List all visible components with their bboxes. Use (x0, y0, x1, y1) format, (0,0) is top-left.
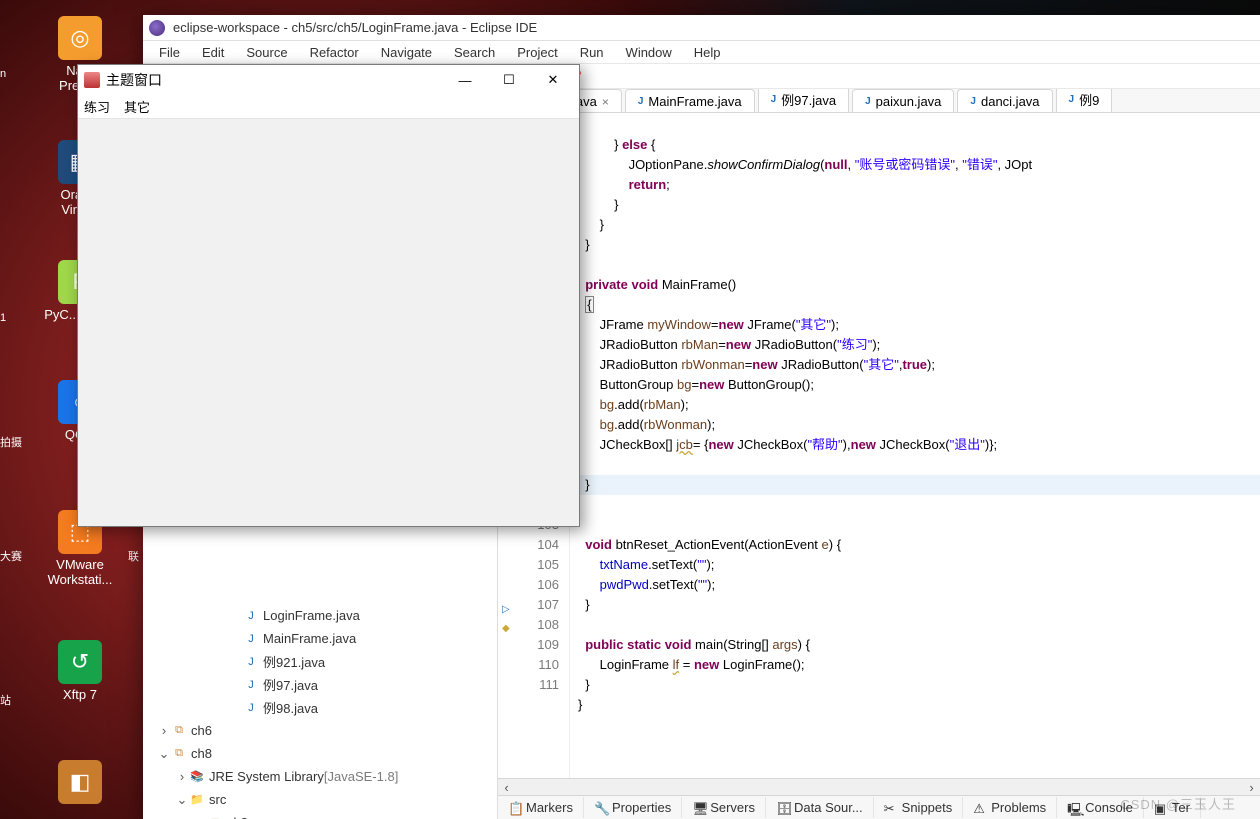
scroll-left-icon[interactable]: ‹ (498, 780, 515, 795)
eclipse-menu-bar[interactable]: FileEditSourceRefactorNavigateSearchProj… (143, 41, 1260, 63)
maximize-button[interactable]: ☐ (487, 68, 531, 92)
menu-source[interactable]: Source (236, 43, 297, 62)
tree-item[interactable]: JLoginFrame.java (143, 604, 497, 627)
java-file-icon: J (1069, 94, 1075, 105)
edge-label: 拍摄 (0, 434, 22, 450)
horizontal-scrollbar[interactable]: ‹ › (498, 778, 1260, 795)
java-app-window[interactable]: 主题窗口 — ☐ ✕ 练习 其它 (77, 64, 580, 527)
scroll-right-icon[interactable]: › (1243, 780, 1260, 795)
editor-tab[interactable]: Jpaixun.java (852, 89, 954, 112)
edge-label: n (0, 68, 6, 80)
panel-tab-datasour[interactable]: 🗄Data Sour... (766, 797, 874, 818)
tree-item[interactable]: ⌄📁src (143, 788, 497, 811)
panel-tab-snippets[interactable]: ✂Snippets (874, 797, 964, 818)
panel-tab-console[interactable]: 🖳Console (1057, 797, 1144, 818)
tree-item[interactable]: ⌄⧉ch8 (143, 742, 497, 765)
minimize-button[interactable]: — (443, 69, 487, 92)
tree-item[interactable]: ›⧉ch6 (143, 719, 497, 742)
java-file-icon: J (970, 96, 976, 107)
java-title-bar[interactable]: 主题窗口 — ☐ ✕ (78, 65, 579, 95)
panel-tab-ter[interactable]: ▣Ter (1144, 797, 1201, 818)
panel-tab-servers[interactable]: 🖥Servers (682, 797, 766, 818)
panel-tab-problems[interactable]: ⚠Problems (963, 797, 1057, 818)
tree-item[interactable]: J例98.java (143, 696, 497, 719)
edge-label: 大赛 (0, 548, 22, 564)
menu-file[interactable]: File (149, 43, 190, 62)
menu-search[interactable]: Search (444, 43, 505, 62)
java-app-icon (84, 72, 100, 88)
java-file-icon: J (865, 96, 871, 107)
java-file-icon: J (638, 96, 644, 107)
editor-tab[interactable]: Jdanci.java (957, 89, 1052, 112)
menu-run[interactable]: Run (570, 43, 614, 62)
eclipse-icon (149, 20, 165, 36)
menu-navigate[interactable]: Navigate (371, 43, 442, 62)
desktop-icon[interactable]: ◧ (44, 760, 116, 807)
java-menu-bar[interactable]: 练习 其它 (78, 95, 579, 119)
bottom-panel-tabs[interactable]: 📋Markers🔧Properties🖥Servers🗄Data Sour...… (498, 795, 1260, 819)
menu-other[interactable]: 其它 (124, 97, 150, 116)
tree-item[interactable]: J例921.java (143, 650, 497, 673)
editor-tab[interactable]: J例9 (1056, 89, 1113, 112)
close-button[interactable]: ✕ (531, 68, 575, 92)
edge-label: 联 (128, 548, 139, 564)
tree-item[interactable]: J例97.java (143, 673, 497, 696)
editor-tab[interactable]: J例97.java (758, 89, 849, 112)
menu-refactor[interactable]: Refactor (300, 43, 369, 62)
menu-project[interactable]: Project (507, 43, 567, 62)
desktop-icon[interactable]: ↺Xftp 7 (44, 640, 116, 702)
close-tab-icon[interactable]: × (602, 95, 609, 109)
editor-tabs[interactable]: JnFrame.java×JMainFrame.javaJ例97.javaJpa… (498, 89, 1260, 113)
panel-tab-markers[interactable]: 📋Markers (498, 797, 584, 818)
edge-label: 站 (0, 692, 11, 708)
tree-item[interactable]: ⌄⊞ch8 (143, 811, 497, 819)
code-editor[interactable]: } else { JOptionPane.showConfirmDialog(n… (570, 113, 1260, 778)
menu-window[interactable]: Window (616, 43, 682, 62)
menu-help[interactable]: Help (684, 43, 731, 62)
java-title-text: 主题窗口 (106, 70, 443, 90)
tree-item[interactable]: JMainFrame.java (143, 627, 497, 650)
eclipse-title-bar[interactable]: eclipse-workspace - ch5/src/ch5/LoginFra… (143, 15, 1260, 41)
menu-edit[interactable]: Edit (192, 43, 234, 62)
menu-practice[interactable]: 练习 (84, 97, 110, 116)
window-title: eclipse-workspace - ch5/src/ch5/LoginFra… (173, 20, 537, 35)
java-file-icon: J (771, 94, 777, 105)
tree-item[interactable]: ›📚JRE System Library [JavaSE-1.8] (143, 765, 497, 788)
editor-tab[interactable]: JMainFrame.java (625, 89, 755, 112)
java-content-area (78, 119, 579, 526)
editor-area: JnFrame.java×JMainFrame.javaJ例97.javaJpa… (497, 89, 1260, 819)
panel-tab-properties[interactable]: 🔧Properties (584, 797, 682, 818)
edge-label: 1 (0, 312, 6, 324)
